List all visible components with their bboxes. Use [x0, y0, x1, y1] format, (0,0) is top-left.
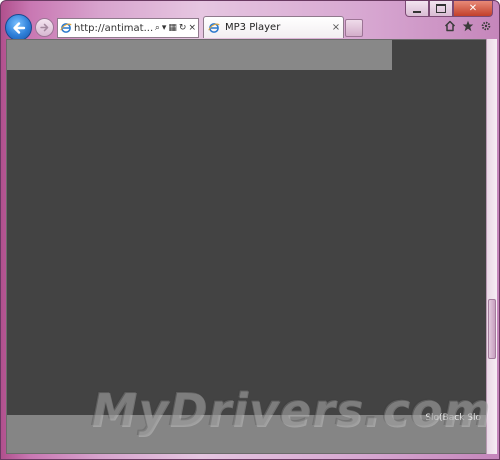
maximize-button[interactable] [429, 1, 453, 17]
new-tab-button[interactable] [345, 19, 363, 37]
refresh-icon[interactable]: ↻ [179, 23, 187, 33]
gear-icon[interactable] [479, 19, 493, 33]
chevron-down-icon[interactable]: ▾ [162, 23, 167, 33]
ie-logo-icon [60, 23, 72, 33]
star-icon[interactable] [461, 19, 475, 33]
close-icon: ✕ [468, 2, 478, 14]
home-icon-glyph [444, 20, 456, 32]
address-bar[interactable]: http://antimat... ⌕ ▾ ▦ ↻ × [57, 18, 199, 38]
player-top-panel [7, 40, 392, 70]
search-icon[interactable]: ⌕ [155, 23, 160, 33]
player-content: Slo(Back Slo [6, 39, 488, 454]
scrollbar-thumb[interactable] [488, 299, 496, 359]
forward-button[interactable] [35, 18, 54, 37]
close-window-button[interactable]: ✕ [453, 1, 493, 17]
gear-icon-glyph [481, 21, 491, 31]
home-icon[interactable] [443, 19, 457, 33]
forward-arrow-icon [40, 23, 49, 32]
tab-title: MP3 Player [225, 22, 281, 33]
compatibility-view-icon[interactable]: ▦ [168, 23, 177, 33]
back-arrow-icon [12, 21, 25, 34]
back-button[interactable] [5, 14, 32, 41]
vertical-scrollbar[interactable] [486, 39, 497, 454]
tab-close-icon[interactable]: × [329, 22, 343, 33]
address-url-text: http://antimat... [74, 22, 154, 34]
window-caption-buttons: ✕ [405, 1, 493, 17]
player-bottom-bar: Slo(Back Slo [7, 413, 487, 453]
stop-icon[interactable]: × [188, 23, 196, 33]
maximize-icon [436, 4, 446, 13]
star-icon-glyph [462, 20, 474, 32]
minimize-icon [413, 10, 421, 13]
minimize-button[interactable] [405, 1, 429, 17]
ie-logo-icon [208, 22, 220, 33]
browser-window: ✕ http://antimat... ⌕ ▾ ▦ ↻ × MP3 Player… [0, 0, 500, 460]
browser-command-icons [443, 19, 493, 33]
navigation-bar: http://antimat... ⌕ ▾ ▦ ↻ × MP3 Player × [5, 14, 495, 41]
address-tools: ⌕ ▾ ▦ ↻ × [155, 23, 198, 33]
tab-mp3-player[interactable]: MP3 Player × [203, 16, 344, 38]
player-footer-text: Slo(Back Slo [425, 413, 481, 423]
